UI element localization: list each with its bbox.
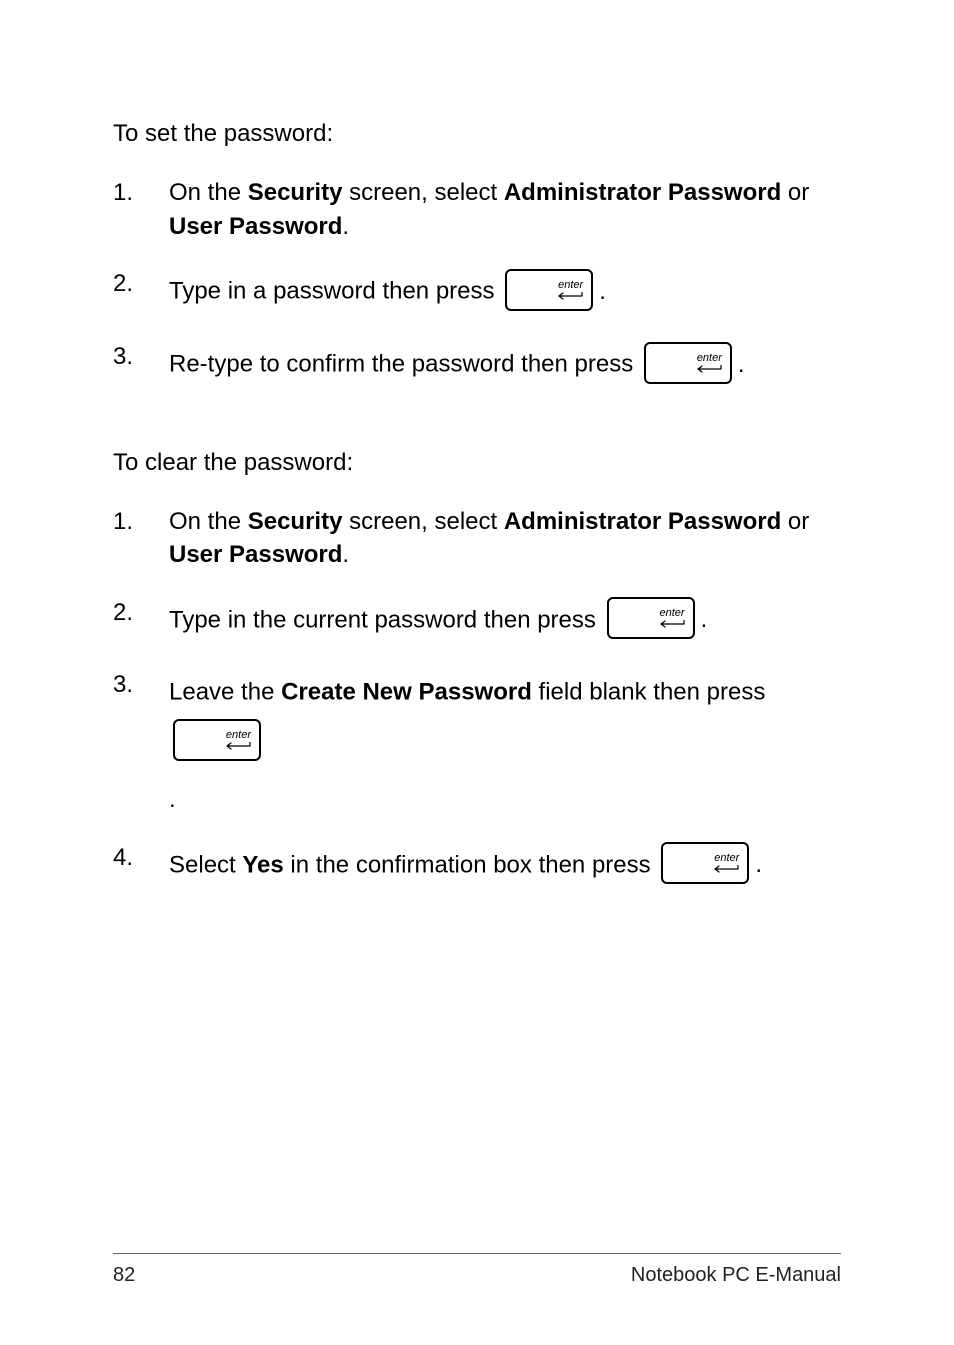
- step-body: Leave the Create New Password field blan…: [169, 668, 841, 816]
- step-clear-2: 2. Type in the current password then pre…: [113, 596, 841, 645]
- orphan-period: .: [169, 783, 841, 817]
- text: Type in the current password then press: [169, 606, 603, 633]
- key-label: enter: [226, 730, 251, 741]
- step-body: Type in a password then press enter .: [169, 267, 841, 316]
- period: .: [599, 278, 606, 305]
- key-label: enter: [714, 853, 739, 864]
- step-clear-3: 3. Leave the Create New Password field b…: [113, 668, 841, 816]
- key-label: enter: [558, 280, 583, 291]
- bold-security: Security: [248, 508, 343, 535]
- text: or: [781, 179, 809, 206]
- step-set-1: 1. On the Security screen, select Admini…: [113, 176, 841, 243]
- period: .: [755, 851, 762, 878]
- return-arrow-icon: [657, 620, 685, 628]
- bold-create-new-password: Create New Password: [281, 679, 532, 706]
- text: screen, select: [342, 179, 503, 206]
- step-number: 2.: [113, 267, 169, 301]
- step-clear-1: 1. On the Security screen, select Admini…: [113, 505, 841, 572]
- step-set-3: 3. Re-type to confirm the password then …: [113, 340, 841, 389]
- text: .: [342, 213, 349, 240]
- step-number: 4.: [113, 841, 169, 875]
- step-number: 3.: [113, 340, 169, 374]
- steps-clear: 1. On the Security screen, select Admini…: [113, 505, 841, 890]
- step-number: 1.: [113, 505, 169, 539]
- step-body: Type in the current password then press …: [169, 596, 841, 645]
- text: On the: [169, 508, 248, 535]
- manual-title: Notebook PC E-Manual: [631, 1264, 841, 1287]
- period: .: [701, 606, 708, 633]
- text: On the: [169, 179, 248, 206]
- section-set-intro: To set the password:: [113, 120, 841, 148]
- text: in the confirmation box then press: [284, 851, 658, 878]
- footer-divider: [113, 1253, 841, 1254]
- step-number: 1.: [113, 176, 169, 210]
- bold-yes: Yes: [242, 851, 283, 878]
- enter-key-icon: enter: [644, 342, 732, 384]
- bold-admin-password: Administrator Password: [504, 508, 781, 535]
- enter-key-icon: enter: [661, 842, 749, 884]
- step-body: Re-type to confirm the password then pre…: [169, 340, 841, 389]
- step-body: Select Yes in the confirmation box then …: [169, 841, 841, 890]
- text: Type in a password then press: [169, 278, 501, 305]
- step-body: On the Security screen, select Administr…: [169, 176, 841, 243]
- return-arrow-icon: [555, 292, 583, 300]
- section-clear-intro: To clear the password:: [113, 449, 841, 477]
- enter-key-icon: enter: [505, 269, 593, 311]
- bold-user-password: User Password: [169, 541, 342, 568]
- bold-user-password: User Password: [169, 213, 342, 240]
- text: field blank then press: [532, 679, 765, 706]
- enter-key-icon: enter: [607, 597, 695, 639]
- text: or: [781, 508, 809, 535]
- text: .: [342, 541, 349, 568]
- step-body: On the Security screen, select Administr…: [169, 505, 841, 572]
- bold-security: Security: [248, 179, 343, 206]
- period: .: [738, 351, 745, 378]
- key-label: enter: [659, 608, 684, 619]
- return-arrow-icon: [223, 742, 251, 750]
- key-label: enter: [697, 353, 722, 364]
- step-number: 3.: [113, 668, 169, 702]
- return-arrow-icon: [711, 865, 739, 873]
- return-arrow-icon: [694, 365, 722, 373]
- enter-key-icon: enter: [173, 719, 261, 761]
- page-number: 82: [113, 1264, 135, 1287]
- step-clear-4: 4. Select Yes in the confirmation box th…: [113, 841, 841, 890]
- text: Re-type to confirm the password then pre…: [169, 351, 640, 378]
- text: Leave the: [169, 679, 281, 706]
- steps-set: 1. On the Security screen, select Admini…: [113, 176, 841, 389]
- page-footer: 82 Notebook PC E-Manual: [113, 1253, 841, 1287]
- text: screen, select: [342, 508, 503, 535]
- step-set-2: 2. Type in a password then press enter .: [113, 267, 841, 316]
- bold-admin-password: Administrator Password: [504, 179, 781, 206]
- page-content: To set the password: 1. On the Security …: [0, 0, 954, 889]
- text: Select: [169, 851, 242, 878]
- step-number: 2.: [113, 596, 169, 630]
